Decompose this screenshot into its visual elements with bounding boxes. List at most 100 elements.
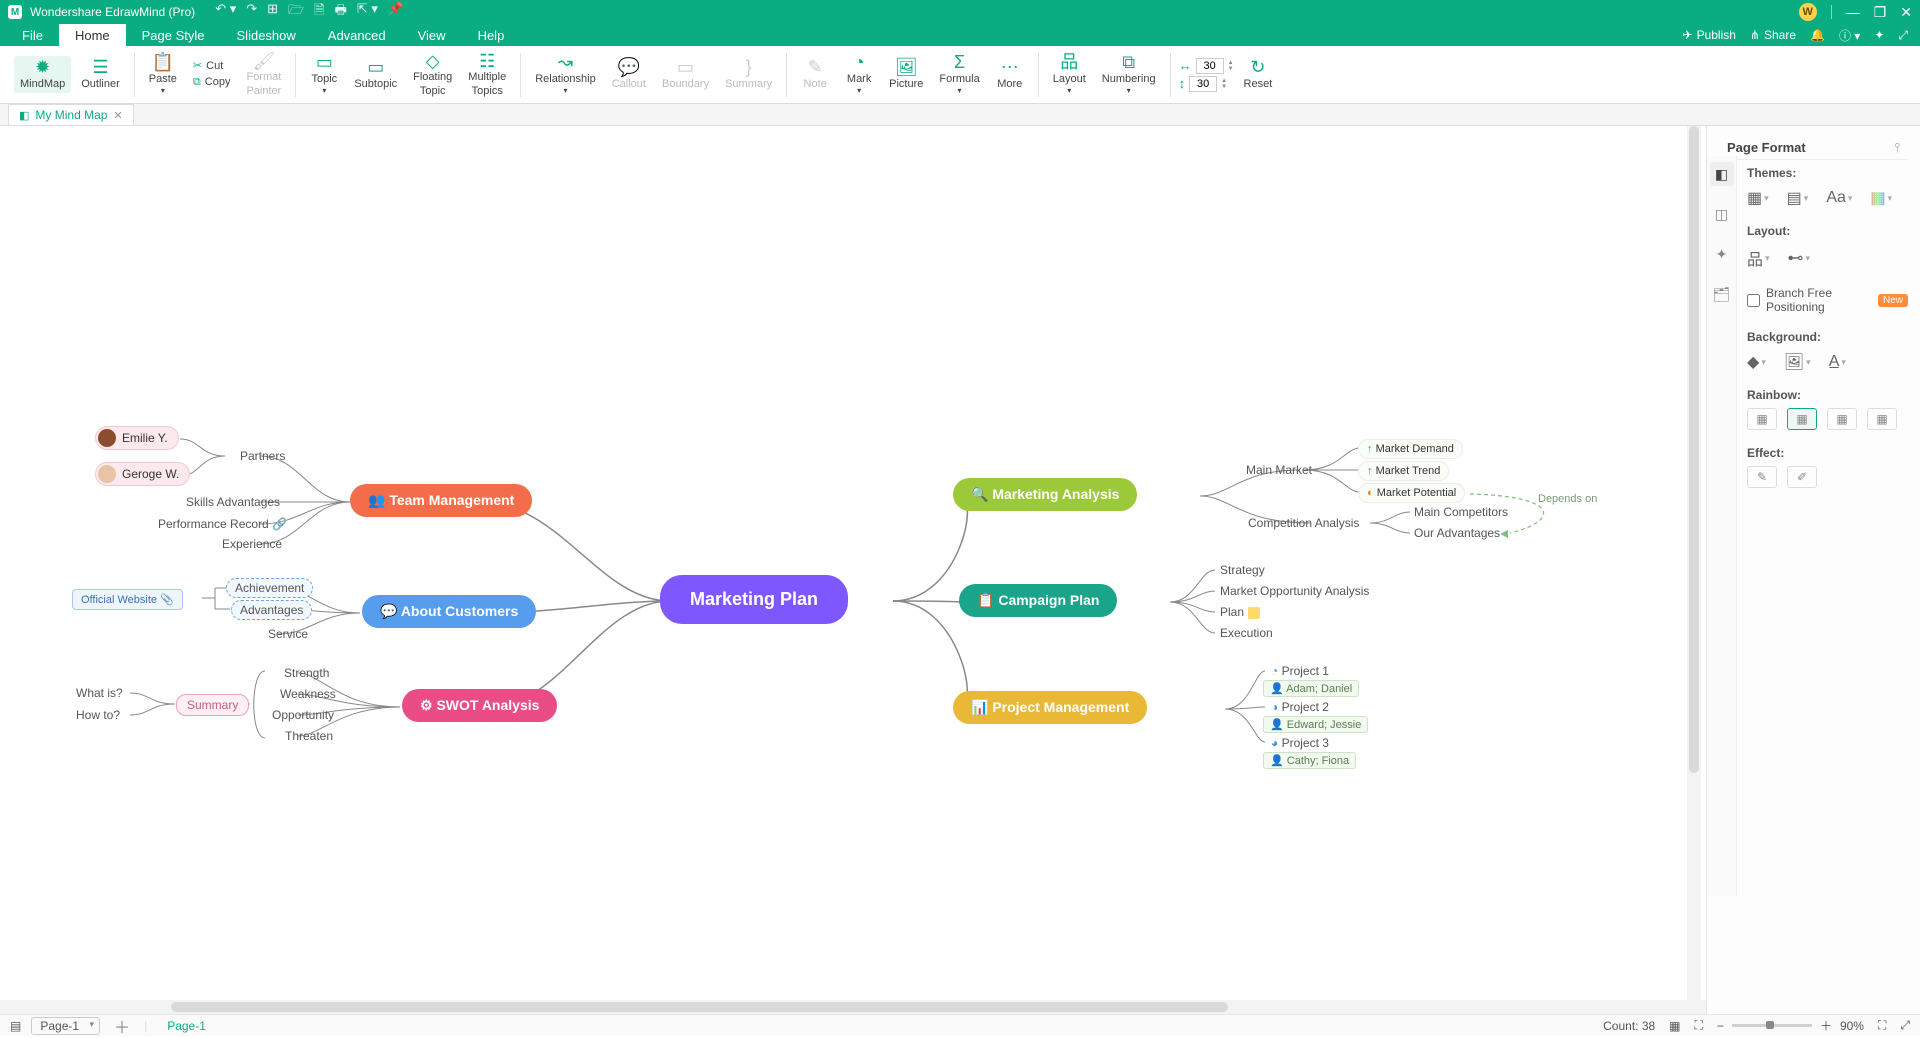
redo-icon[interactable]: ↷ [246,1,257,23]
theme-color-button[interactable]: ▦▾ [1870,188,1892,208]
menu-help[interactable]: Help [462,24,521,46]
spinner-arrows-2[interactable]: ▲▼ [1221,78,1227,90]
topic-button[interactable]: ▭Topic▾ [304,51,344,98]
theme-layout1-button[interactable]: ▦▾ [1747,188,1769,208]
summary-button[interactable]: }Summary [719,56,778,93]
summary-node[interactable]: Summary [176,694,249,716]
node-campaign[interactable]: 📋 Campaign Plan [959,584,1117,617]
save-icon[interactable]: 🗎 [314,1,324,23]
node-performance[interactable]: Performance Record 🔗 [150,515,295,533]
paste-button[interactable]: 📋Paste▾ [143,51,183,98]
note-button[interactable]: ✎Note [795,56,835,93]
help-icon[interactable]: ⓘ ▾ [1839,27,1860,44]
user-avatar[interactable]: W [1799,3,1817,21]
floating-topic-button[interactable]: ◇Floating Topic [407,49,458,99]
open-icon[interactable]: 🗁 [288,1,304,23]
rainbow-opt4[interactable]: ▦ [1867,408,1897,430]
person-geroge[interactable]: Geroge W. [95,462,190,486]
more-button[interactable]: ⋯More [990,56,1030,93]
rainbow-opt1[interactable]: ▦ [1747,408,1777,430]
tag-project3[interactable]: 👤 Cathy; Fiona [1263,752,1356,769]
mindmap-button[interactable]: ✹MindMap [14,56,71,93]
node-achievement[interactable]: Achievement [226,578,313,598]
spinner-arrows[interactable]: ▲▼ [1228,60,1234,72]
menu-home[interactable]: Home [59,24,126,46]
new-icon[interactable]: ⊞ [267,1,278,23]
person-emilie[interactable]: Emilie Y. [95,426,179,450]
export-icon[interactable]: ⇱ ▾ [357,1,378,23]
subtopic-button[interactable]: ▭Subtopic [348,56,403,93]
node-moa[interactable]: Market Opportunity Analysis [1212,582,1377,600]
sidetab-clipart-icon[interactable]: 🗂 [1710,282,1734,306]
node-skills[interactable]: Skills Advantages [178,493,288,511]
page-tab[interactable]: Page-1 [157,1019,216,1033]
theme-font-button[interactable]: Aa▾ [1826,189,1852,207]
node-service[interactable]: Service [260,625,316,643]
mark-button[interactable]: ◔Mark▾ [839,51,879,98]
width-input-bottom[interactable] [1189,76,1217,92]
node-strategy[interactable]: Strategy [1212,561,1273,579]
pin-icon[interactable]: 📌 [388,1,404,23]
node-experience[interactable]: Experience [214,535,290,553]
notification-icon[interactable]: 🔔 [1810,28,1825,42]
node-project3[interactable]: ◕ Project 3 [1263,734,1337,752]
rainbow-opt2[interactable]: ▦ [1787,408,1817,430]
print-icon[interactable]: 🖶 [335,1,347,23]
format-painter-button[interactable]: 🖌Format Painter [240,49,287,99]
relationship-label[interactable]: Depends on [1530,491,1605,507]
cut-button[interactable]: ✂Cut [193,60,223,73]
reset-button[interactable]: ↻Reset [1238,56,1279,93]
callout-button[interactable]: 💬Callout [606,56,652,93]
zoom-out-button[interactable]: − [1717,1019,1724,1033]
layout-connector-button[interactable]: ⊷▾ [1788,248,1811,268]
view-fit-icon[interactable]: ⛶ [1695,1018,1703,1033]
tag-project2[interactable]: 👤 Edward; Jessie [1263,716,1368,733]
fullscreen-icon[interactable]: ⤢ [1900,1018,1910,1033]
horizontal-scrollbar[interactable] [0,1000,1706,1014]
view-grid-icon[interactable]: ▦ [1669,1019,1680,1033]
node-opportunity[interactable]: Opportunity [264,706,342,724]
window-minimize-icon[interactable]: — [1846,4,1860,20]
pin-icon[interactable]: ⫯ [1894,140,1900,156]
node-main-competitors[interactable]: Main Competitors [1406,503,1516,521]
vertical-scrollbar[interactable] [1687,126,1701,1000]
branch-free-checkbox[interactable] [1747,294,1760,307]
menu-page-style[interactable]: Page Style [126,24,221,46]
node-our-advantages[interactable]: Our Advantages [1406,524,1508,542]
node-project[interactable]: 📊 Project Management [953,691,1147,724]
canvas[interactable]: Marketing Plan 👥 Team Management Partner… [0,126,1706,1014]
node-market-trend[interactable]: ↑ Market Trend [1358,461,1449,481]
node-project1[interactable]: ◔ Project 1 [1263,662,1337,680]
relationship-button[interactable]: ↝Relationship▾ [529,51,602,98]
width-input-top[interactable] [1196,58,1224,74]
outline-toggle-icon[interactable]: ▤ [10,1019,21,1033]
undo-icon[interactable]: ↶ ▾ [215,1,236,23]
share-button[interactable]: ⋔ Share [1750,28,1796,42]
node-market-demand[interactable]: ↑ Market Demand [1358,439,1463,459]
node-execution[interactable]: Execution [1212,624,1281,642]
copy-button[interactable]: ⧉Copy [193,76,231,89]
menu-view[interactable]: View [402,24,462,46]
theme-layout2-button[interactable]: ▤▾ [1787,188,1809,208]
tag-project1[interactable]: 👤 Adam; Daniel [1263,680,1359,697]
formula-button[interactable]: ΣFormula▾ [933,51,985,98]
node-competition[interactable]: Competition Analysis [1240,514,1367,532]
node-strength[interactable]: Strength [276,664,337,682]
sidetab-icons-icon[interactable]: ✦ [1710,242,1734,266]
numbering-button[interactable]: ⧉Numbering▾ [1096,51,1162,98]
effect-opt2[interactable]: ✐ [1787,466,1817,488]
layout-button[interactable]: 品Layout▾ [1047,51,1092,98]
tab-close-icon[interactable]: ✕ [113,109,122,122]
cloud-icon[interactable]: ✦ [1874,28,1884,42]
rainbow-opt3[interactable]: ▦ [1827,408,1857,430]
sidetab-style-icon[interactable]: ◫ [1710,202,1734,226]
node-whatis[interactable]: What is? [68,684,131,702]
tab-my-mind-map[interactable]: ◧ My Mind Map ✕ [8,104,134,125]
fit-page-icon[interactable]: ⛶ [1878,1018,1886,1033]
bg-color-button[interactable]: ◆▾ [1747,352,1766,372]
node-market-potential[interactable]: ◐ Market Potential [1358,483,1465,503]
outliner-button[interactable]: ☰Outliner [75,56,126,93]
link-official-website[interactable]: Official Website 📎 [72,589,183,610]
node-advantages[interactable]: Advantages [231,600,312,620]
node-threaten[interactable]: Threaten [277,727,341,745]
